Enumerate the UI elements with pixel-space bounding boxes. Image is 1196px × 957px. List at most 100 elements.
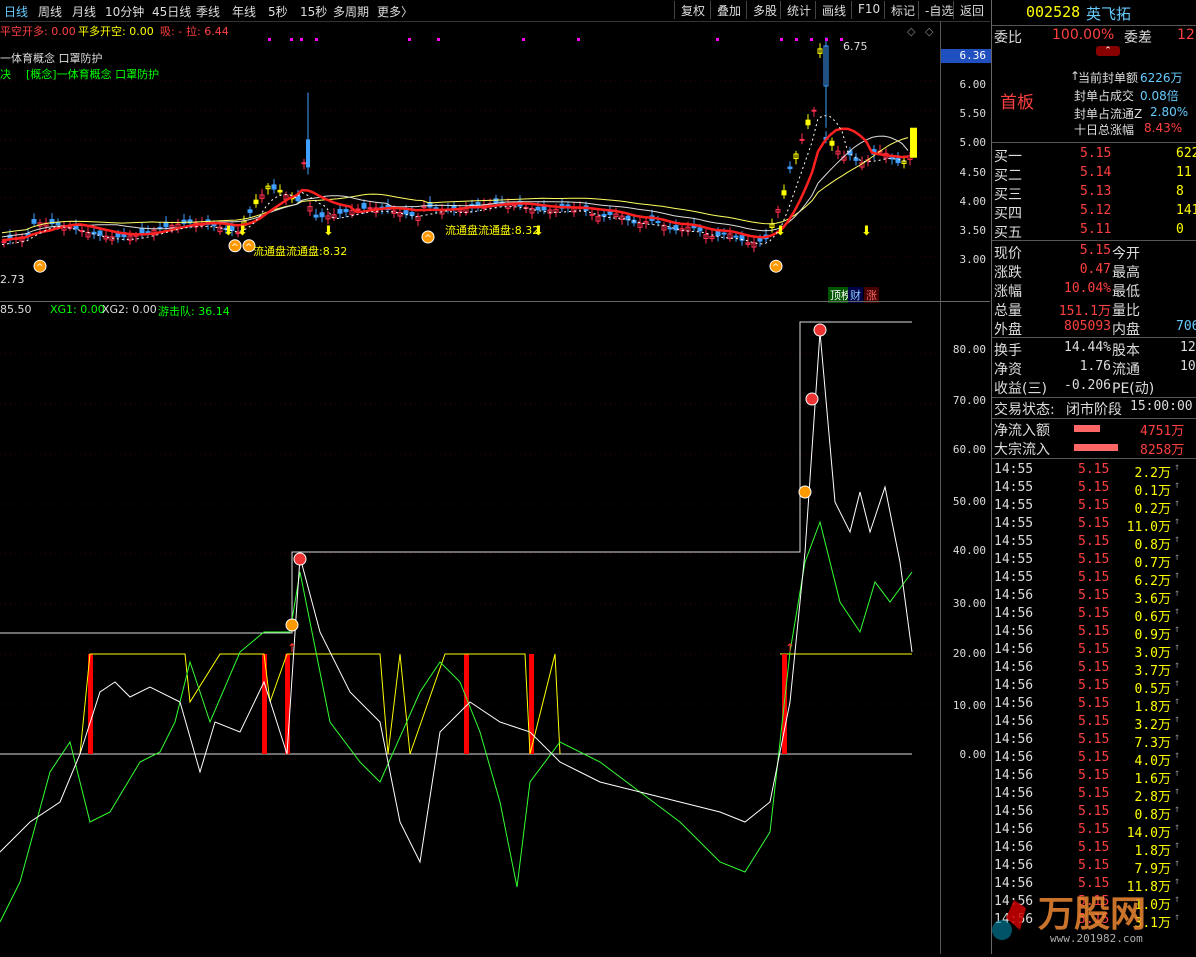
seal-value: 8.43%	[1144, 121, 1183, 135]
tab-daily[interactable]: 日线	[4, 3, 28, 20]
tick-flag-icon: ↑	[1174, 588, 1181, 599]
tick-time: 14:56	[994, 696, 1034, 711]
finance-row: 收益(三) -0.206 PE(动)	[992, 377, 1196, 397]
signal-dot	[268, 38, 271, 41]
flow-value: 4751万	[1140, 424, 1185, 439]
tick-time: 14:56	[994, 750, 1034, 765]
mark-button[interactable]: 标记	[884, 1, 921, 19]
tick-flag-icon: ↑	[1174, 714, 1181, 725]
tick-row: 14:55 5.15 6.2万 ↑	[992, 569, 1196, 589]
down-arrow-icon: ⬇	[223, 224, 234, 239]
quote-panel: 002528 英飞拓 委比 100.00% 委差 12 ⌃ 首板 ↑ 当前封单额…	[991, 0, 1196, 954]
tick-flag-icon: ↑	[1174, 876, 1181, 887]
bid-label: 买二	[994, 168, 1022, 184]
signal-chevron-icon: ^	[245, 243, 253, 253]
finance-value: 14.44%	[1064, 340, 1111, 355]
tab-quarterly[interactable]: 季线	[196, 3, 220, 20]
tick-row: 14:56 5.15 7.3万 ↑	[992, 731, 1196, 751]
tick-price: 5.15	[1078, 840, 1110, 855]
tick-price: 5.15	[1078, 480, 1110, 495]
quote-label: 总量	[994, 303, 1022, 319]
multi-stock-button[interactable]: 多股	[746, 1, 783, 19]
candle-body	[805, 119, 811, 126]
tab-15sec[interactable]: 15秒	[300, 3, 327, 20]
down-arrow-icon: ⬇	[775, 224, 786, 239]
tick-time: 14:56	[994, 624, 1034, 639]
bid-volume: 11	[1176, 165, 1192, 180]
candle-body	[211, 224, 217, 227]
signal-dot	[795, 38, 798, 41]
low-price-label: 2.73	[0, 273, 25, 286]
up-arrow-icon: ↑	[785, 641, 795, 655]
bid-price: 5.11	[1080, 222, 1112, 237]
back-button[interactable]: 返回	[953, 1, 990, 19]
collapse-chevron-icon[interactable]: ⌃	[1096, 46, 1120, 56]
candle-body	[97, 230, 103, 236]
price-tick: 5.00	[959, 136, 987, 149]
bid-price: 5.12	[1080, 203, 1112, 218]
signal-dot	[780, 38, 783, 41]
tick-price: 5.15	[1078, 750, 1110, 765]
signal-dot	[810, 38, 813, 41]
diamond-outline-icon: ◇	[925, 25, 934, 38]
diamond-icon: ◇	[907, 25, 916, 38]
candle-body	[139, 228, 145, 234]
tab-45day[interactable]: 45日线	[152, 3, 191, 20]
kline-chart[interactable]: ^ ^ ^ ^ ^ ⬇ ⬇ ⬇ ⬇ ⬇ ⬇ 6.75 2.73 流通盘流通盘:8.32 流通盘流通盘…	[0, 21, 940, 301]
tick-time: 14:56	[994, 660, 1034, 675]
overlay-button[interactable]: 叠加	[710, 1, 747, 19]
tick-flag-icon: ↑	[1174, 642, 1181, 653]
tab-more[interactable]: 更多〉	[377, 3, 413, 20]
signal-dot	[437, 38, 440, 41]
signal-dot	[577, 38, 580, 41]
candle-body	[319, 212, 325, 218]
draw-button[interactable]: 画线	[815, 1, 852, 19]
tick-price: 5.15	[1078, 858, 1110, 873]
signal-dot	[300, 38, 303, 41]
tab-monthly[interactable]: 月线	[72, 3, 96, 20]
up-arrow-icon: ↑	[287, 641, 297, 655]
signal-circle	[798, 485, 812, 499]
tab-yearly[interactable]: 年线	[232, 3, 256, 20]
tab-10min[interactable]: 10分钟	[105, 3, 144, 20]
price-tick: 6.36	[959, 49, 987, 62]
candle-body	[667, 227, 673, 230]
candle-body	[271, 184, 277, 190]
tick-price: 5.15	[1078, 714, 1110, 729]
candle-body	[367, 207, 373, 210]
kline-svg: ^^ ^^^⬇ ⬇ ⬇ ⬇ ⬇ ⬇ 6.75 2.73 流通盘流通盘:8.32 流通盘流通盘…	[0, 25, 940, 286]
tab-multi-period[interactable]: 多周期	[333, 3, 369, 20]
indicator-chart[interactable]: ↑ ↑	[0, 302, 940, 954]
bid-label: 买五	[994, 225, 1022, 241]
indicator-tick: 10.00	[952, 699, 986, 712]
indicator-tick: 20.00	[952, 647, 986, 660]
tick-price: 5.15	[1078, 462, 1110, 477]
f10-button[interactable]: F10	[851, 1, 886, 19]
finance-row: 换手 14.44% 股本 12	[992, 339, 1196, 359]
candle-body	[787, 166, 793, 170]
tick-price: 5.15	[1078, 732, 1110, 747]
finance-value: 12	[1180, 340, 1196, 355]
weicha-value: 12	[1177, 27, 1195, 43]
tab-5sec[interactable]: 5秒	[268, 3, 288, 20]
finance-row: 净资 1.76 流通 10	[992, 358, 1196, 378]
candle-body	[811, 109, 817, 112]
tick-time: 14:56	[994, 804, 1034, 819]
flow-bar	[1074, 425, 1100, 432]
tab-weekly[interactable]: 周线	[38, 3, 62, 20]
down-arrow-icon: ⬇	[861, 224, 872, 239]
candle-body	[337, 208, 343, 214]
ma-yellow-line	[1, 137, 909, 234]
price-tick: 5.50	[959, 107, 987, 120]
stock-header: 002528 英飞拓	[992, 2, 1196, 24]
candle-body	[541, 205, 547, 211]
tick-row: 14:56 5.15 1.0万 ↑	[992, 893, 1196, 913]
signal-circle	[805, 392, 819, 406]
stats-button[interactable]: 统计	[780, 1, 817, 19]
tick-time: 14:56	[994, 894, 1034, 909]
signal-dot	[825, 38, 828, 41]
tick-time: 14:55	[994, 480, 1034, 495]
tick-price: 5.15	[1078, 894, 1110, 909]
tick-price: 5.15	[1078, 786, 1110, 801]
fuquan-button[interactable]: 复权	[674, 1, 711, 19]
